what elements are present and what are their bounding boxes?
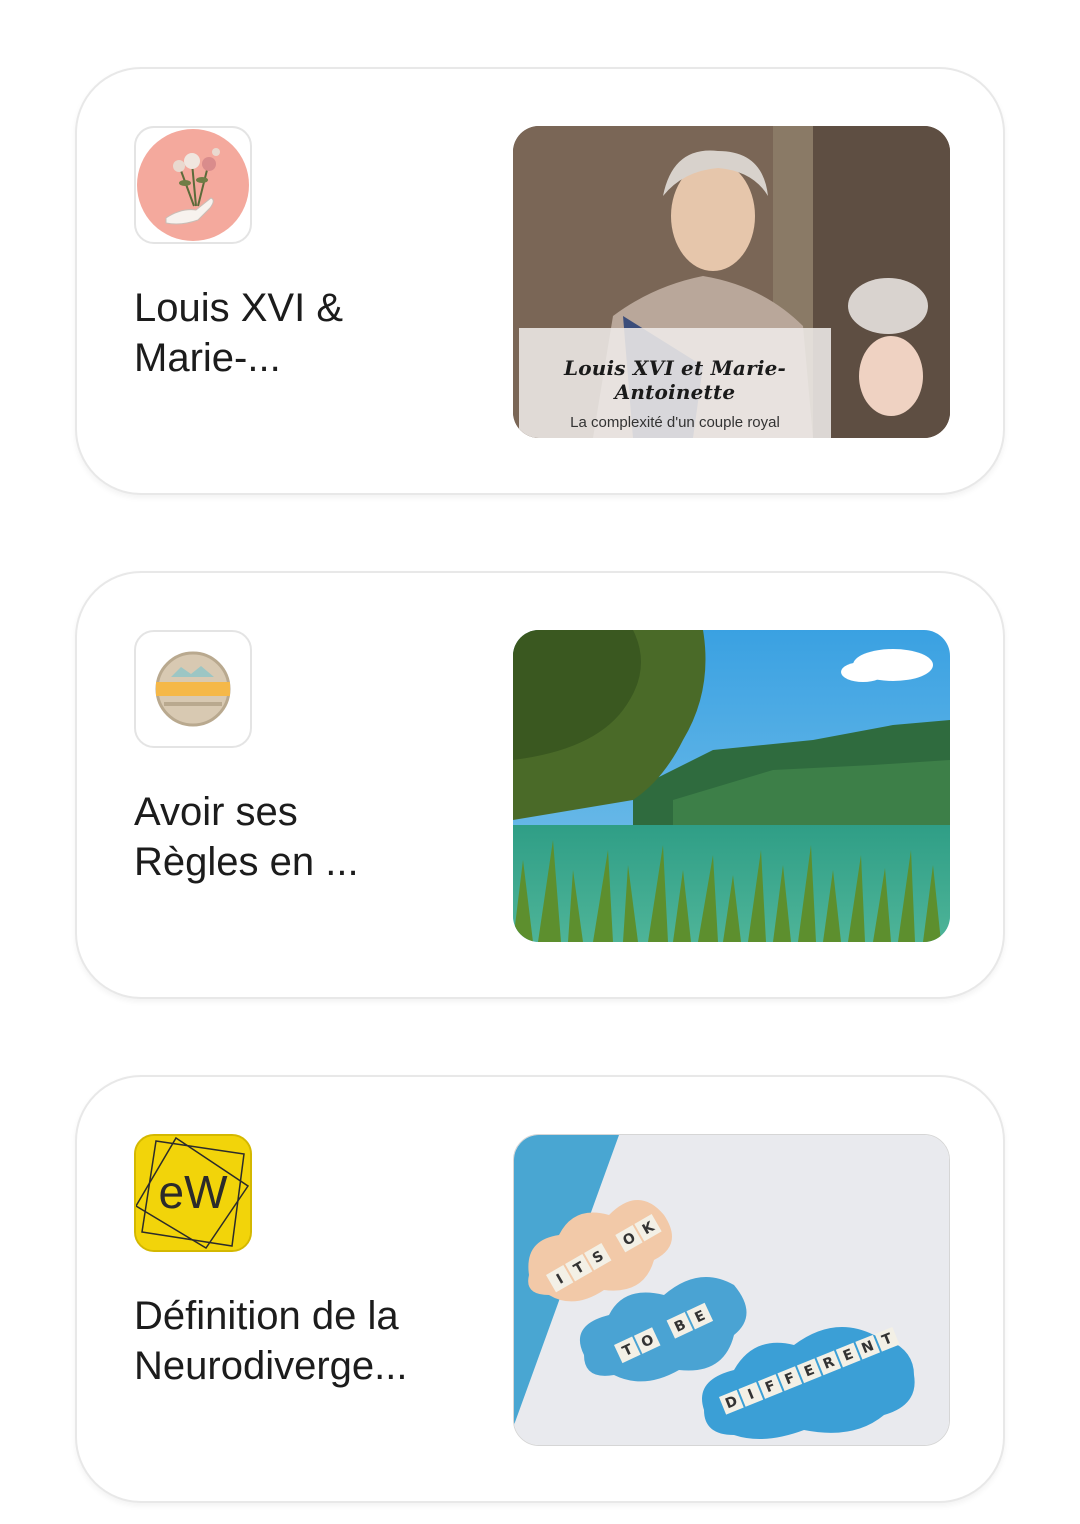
thumbnail-heading: Louis XVI et Marie-Antoinette xyxy=(563,356,787,404)
article-card-neurodivergence[interactable]: eW Définition de la Neurodiverge... I T … xyxy=(75,1075,1005,1503)
rose-hand-icon xyxy=(134,126,252,244)
ew-logo-text: eW xyxy=(159,1166,229,1218)
article-title: Définition de la Neurodiverge... xyxy=(134,1294,408,1388)
article-title: Avoir ses Règles en ... xyxy=(134,790,359,884)
thumbnail-caption: Louis XVI et Marie-Antoinette La complex… xyxy=(519,328,831,438)
article-thumbnail[interactable]: I T S O K T O B E D I F F E R E N T xyxy=(513,1134,950,1446)
ew-logo-icon: eW xyxy=(134,1134,252,1252)
thumbnail-subheading: La complexité d'un couple royal xyxy=(570,414,780,431)
badge-logo-icon xyxy=(134,630,252,748)
article-card-louis-xvi[interactable]: Louis XVI & Marie-... Louis XVI et Marie… xyxy=(75,67,1005,495)
article-thumbnail[interactable]: Louis XVI et Marie-Antoinette La complex… xyxy=(513,126,950,438)
article-title: Louis XVI & Marie-... xyxy=(134,286,344,380)
article-card-regles[interactable]: Avoir ses Règles en ... xyxy=(75,571,1005,999)
article-thumbnail[interactable] xyxy=(513,630,950,942)
